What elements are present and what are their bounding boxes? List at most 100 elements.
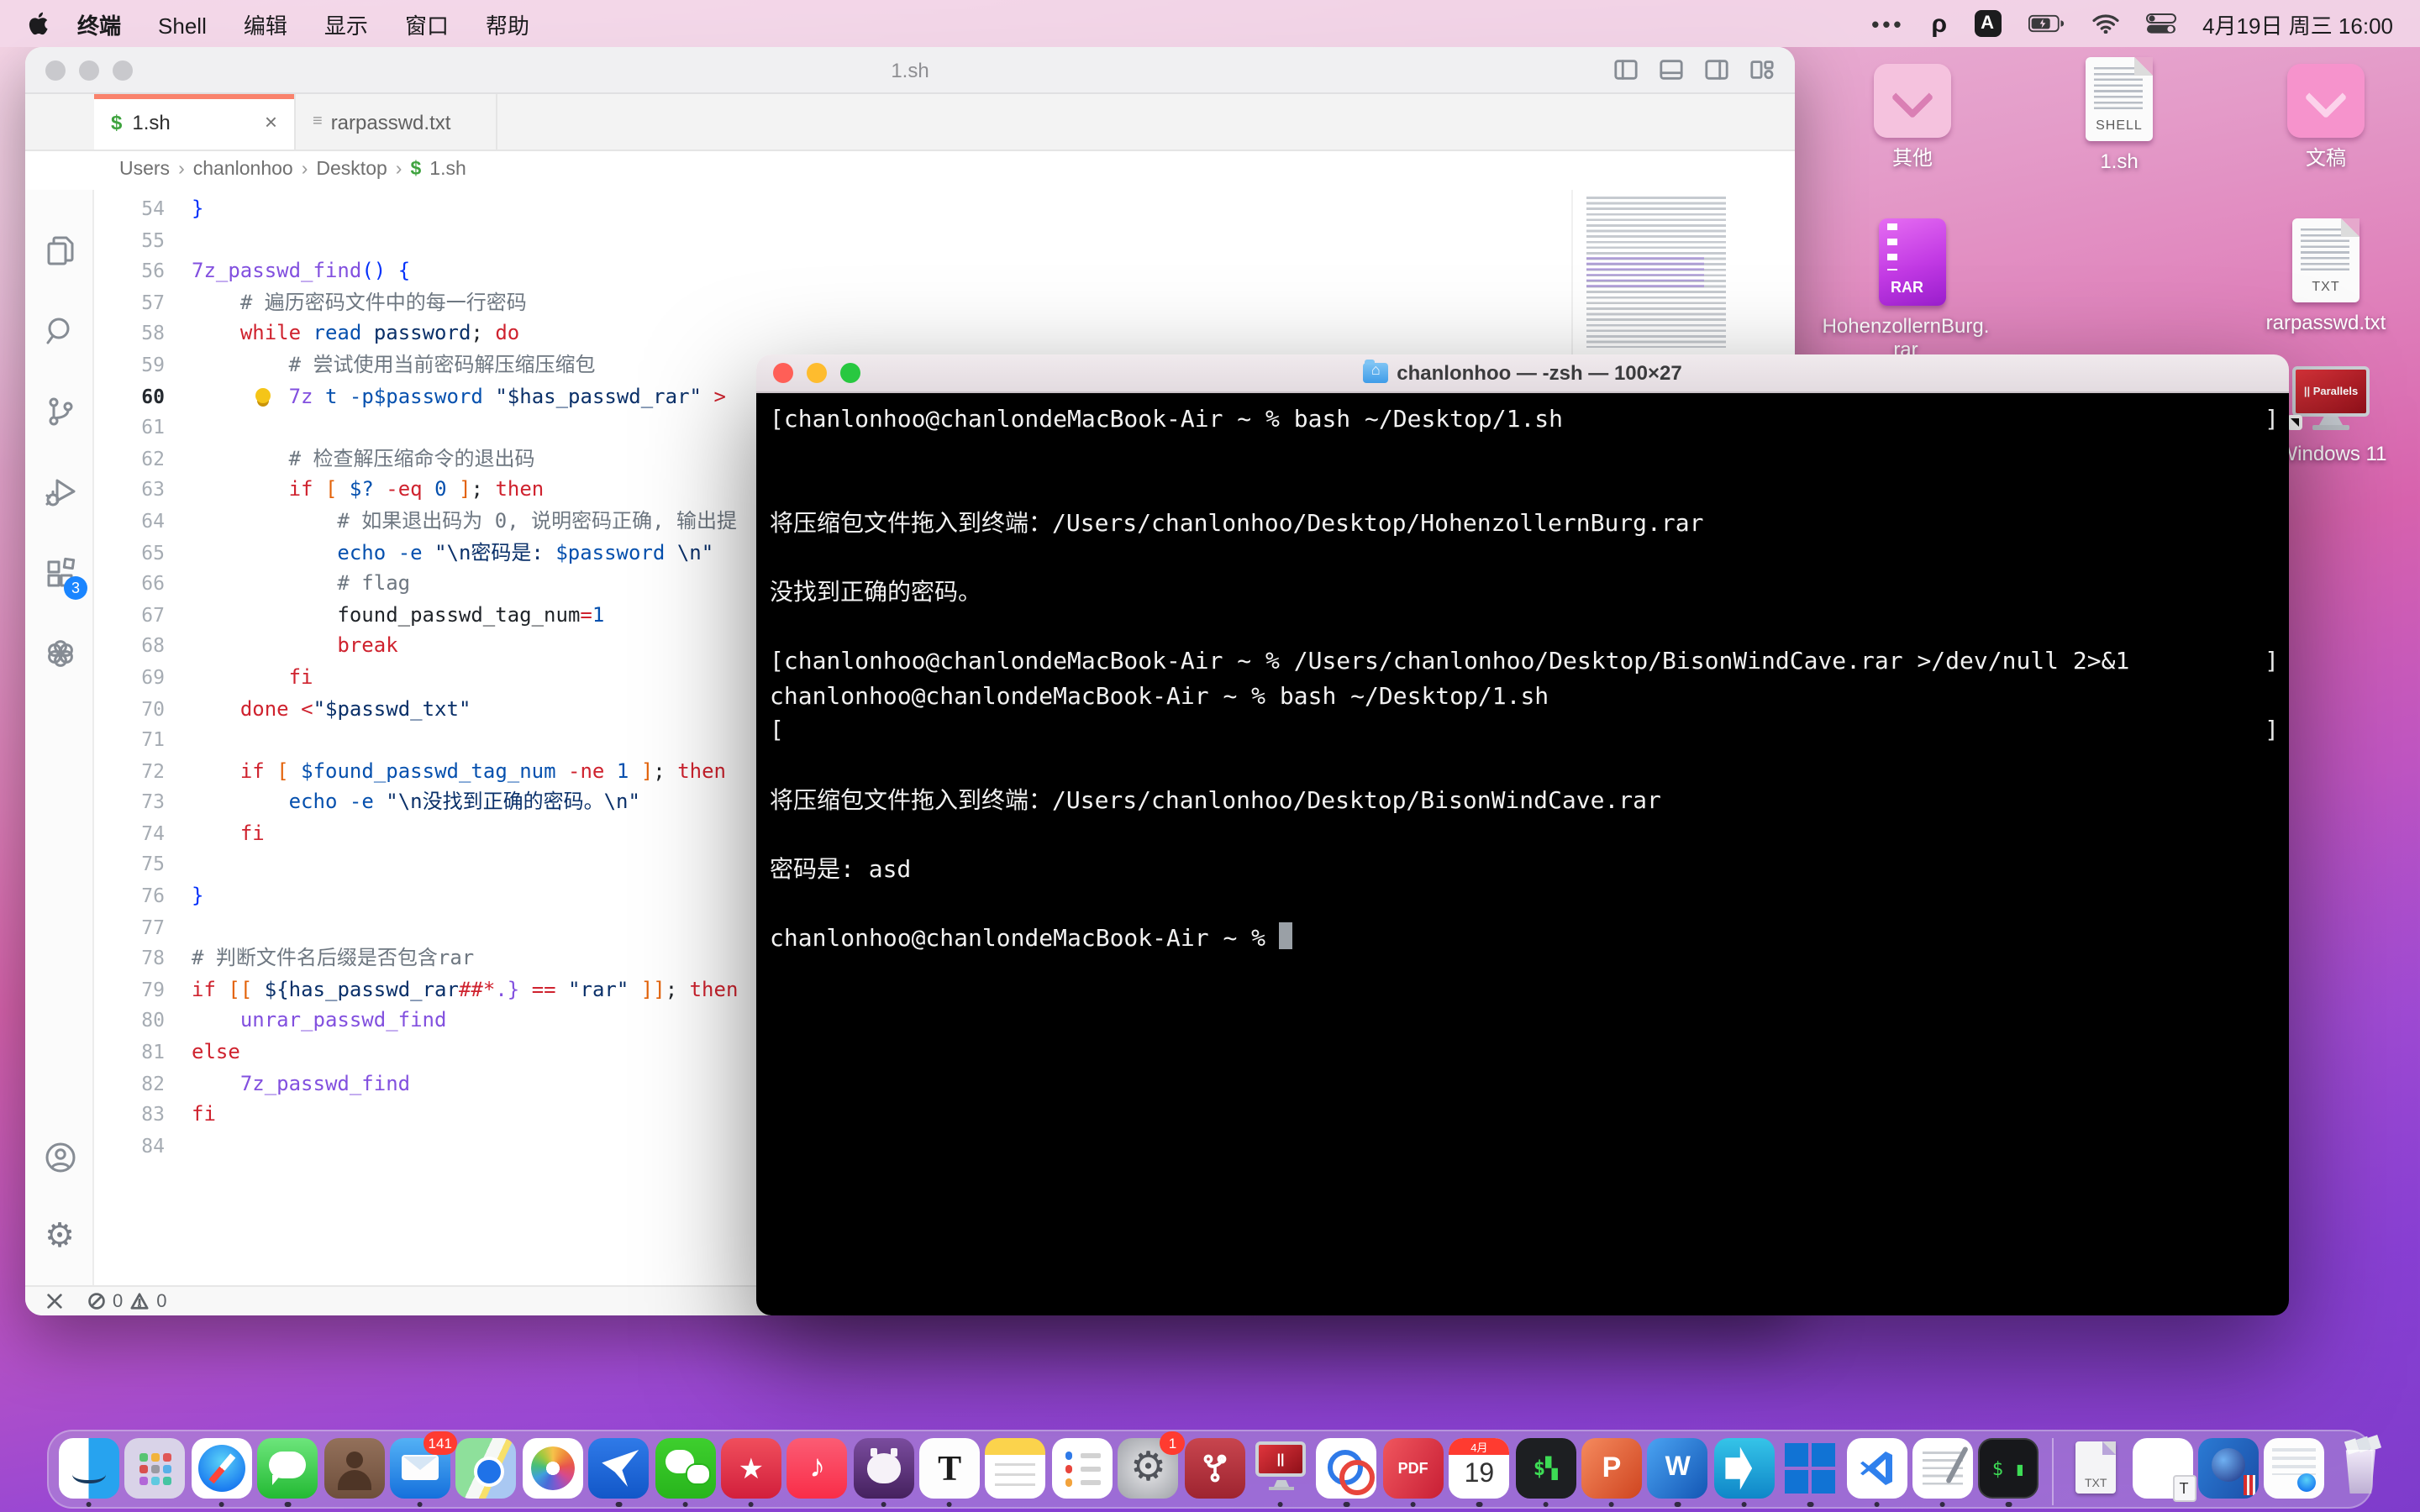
menu-bar-clock[interactable]: 4月19日 周三 16:00 bbox=[2202, 8, 2393, 39]
dock-item-wechat[interactable] bbox=[655, 1438, 715, 1499]
dock-item-minidoc[interactable] bbox=[2132, 1438, 2192, 1499]
settings-gear-icon[interactable]: ⚙ bbox=[25, 1201, 94, 1268]
dock-item-minisafari[interactable] bbox=[2265, 1438, 2325, 1499]
control-center-icon[interactable] bbox=[2145, 13, 2175, 34]
launchpad-icon[interactable] bbox=[125, 1438, 186, 1499]
desktop-icon-其他[interactable]: 其他 bbox=[1812, 64, 2013, 170]
terminal-titlebar[interactable]: chanlonhoo — -zsh — 100×27 bbox=[756, 354, 2289, 393]
desktop-icon-HohenzollernBurg.rar[interactable]: RARHohenzollernBurg.rar bbox=[1812, 218, 2013, 361]
run-debug-icon[interactable] bbox=[25, 459, 94, 526]
desktop-icon-rarpasswd.txt[interactable]: TXTrarpasswd.txt bbox=[2225, 218, 2420, 334]
menu-item-Shell[interactable]: Shell bbox=[139, 13, 225, 38]
source-control-icon[interactable] bbox=[25, 378, 94, 445]
close-tab-icon[interactable]: × bbox=[265, 109, 277, 134]
app-menu-terminal[interactable]: 终端 bbox=[59, 8, 139, 39]
music-icon[interactable]: ♪ bbox=[787, 1438, 848, 1499]
github-icon[interactable] bbox=[853, 1438, 913, 1499]
search-icon[interactable] bbox=[25, 297, 94, 365]
finder-icon[interactable] bbox=[59, 1438, 119, 1499]
dock-item-lark[interactable] bbox=[588, 1438, 649, 1499]
dock-item-export[interactable] bbox=[1714, 1438, 1775, 1499]
dock-item-calendar[interactable]: 4月19 bbox=[1449, 1438, 1509, 1499]
toggle-panel-icon[interactable] bbox=[1659, 57, 1684, 82]
gitfork-icon[interactable] bbox=[1184, 1438, 1244, 1499]
trash-icon[interactable] bbox=[2330, 1438, 2391, 1499]
textedit-icon[interactable] bbox=[1912, 1438, 1973, 1499]
messages-icon[interactable] bbox=[257, 1438, 318, 1499]
dock-item-textedit[interactable] bbox=[1912, 1438, 1973, 1499]
filetxt-icon[interactable]: TXT bbox=[2065, 1438, 2126, 1499]
word-icon[interactable]: W bbox=[1648, 1438, 1708, 1499]
parallels-app-icon[interactable]: || bbox=[1250, 1438, 1311, 1499]
dock-item-launchpad[interactable] bbox=[125, 1438, 186, 1499]
minidoc-icon[interactable] bbox=[2132, 1438, 2192, 1499]
lark-icon[interactable] bbox=[588, 1438, 649, 1499]
dock-item-music[interactable]: ♪ bbox=[787, 1438, 848, 1499]
toggle-secondary-sidebar-icon[interactable] bbox=[1704, 57, 1729, 82]
tab-rarpasswd.txt[interactable]: ≡rarpasswd.txt bbox=[296, 94, 497, 150]
pdf-icon[interactable]: PDF bbox=[1383, 1438, 1444, 1499]
parallels-status-icon[interactable]: ρ bbox=[1932, 9, 1948, 38]
dock-item-photos[interactable] bbox=[522, 1438, 582, 1499]
dock-item-maps[interactable] bbox=[456, 1438, 517, 1499]
powerpoint-icon[interactable]: P bbox=[1581, 1438, 1642, 1499]
dock-item-minipar[interactable] bbox=[2198, 1438, 2259, 1499]
vscode-titlebar[interactable]: 1.sh bbox=[25, 47, 1795, 94]
calendar-icon[interactable]: 4月19 bbox=[1449, 1438, 1509, 1499]
tab-1.sh[interactable]: $1.sh× bbox=[94, 94, 296, 150]
minimap[interactable] bbox=[1571, 190, 1793, 358]
dock-item-typora[interactable]: T bbox=[919, 1438, 980, 1499]
dock-item-contacts[interactable] bbox=[324, 1438, 384, 1499]
customize-layout-icon[interactable] bbox=[1749, 57, 1775, 82]
dock-item-vscode[interactable] bbox=[1846, 1438, 1907, 1499]
dock-item-filetxt[interactable]: TXT bbox=[2065, 1438, 2126, 1499]
breadcrumb-item[interactable]: Desktop bbox=[316, 160, 387, 180]
remote-indicator-icon[interactable] bbox=[45, 1292, 64, 1310]
breadcrumb[interactable]: Users›chanlonhoo›Desktop›$1.sh bbox=[25, 151, 1795, 188]
notes-icon[interactable] bbox=[986, 1438, 1046, 1499]
terminal-content[interactable]: [chanlonhoo@chanlondeMacBook-Air ~ % bas… bbox=[756, 393, 2289, 1315]
chatgpt-extension-icon[interactable] bbox=[25, 620, 94, 687]
dock-item-windows[interactable] bbox=[1780, 1438, 1840, 1499]
dock-item-parallels-app[interactable]: || bbox=[1250, 1438, 1311, 1499]
maps-icon[interactable] bbox=[456, 1438, 517, 1499]
dock-item-mail[interactable]: 141 bbox=[390, 1438, 450, 1499]
menu-item-显示[interactable]: 显示 bbox=[306, 13, 387, 38]
explorer-icon[interactable] bbox=[25, 217, 94, 284]
terminal-icon[interactable]: $▚ bbox=[1515, 1438, 1576, 1499]
typora-icon[interactable]: T bbox=[919, 1438, 980, 1499]
menu-item-编辑[interactable]: 编辑 bbox=[225, 13, 306, 38]
dock-item-messages[interactable] bbox=[257, 1438, 318, 1499]
windows-icon[interactable] bbox=[1780, 1438, 1840, 1499]
extensions-icon[interactable]: 3 bbox=[25, 539, 94, 606]
dock-item-gitfork[interactable] bbox=[1184, 1438, 1244, 1499]
dock-item-iterm[interactable]: $ ▮ bbox=[1979, 1438, 2039, 1499]
apple-menu-icon[interactable] bbox=[27, 10, 52, 37]
photos-icon[interactable] bbox=[522, 1438, 582, 1499]
menu-item-窗口[interactable]: 窗口 bbox=[387, 13, 467, 38]
minipar-icon[interactable] bbox=[2198, 1438, 2259, 1499]
dock-item-notes[interactable] bbox=[986, 1438, 1046, 1499]
desktop-icon-文稿[interactable]: 文稿 bbox=[2225, 64, 2420, 170]
dock-item-safari[interactable] bbox=[192, 1438, 252, 1499]
input-source-icon[interactable]: A bbox=[1974, 10, 2001, 37]
iterm-icon[interactable]: $ ▮ bbox=[1979, 1438, 2039, 1499]
dock-item-favorites[interactable]: ★ bbox=[721, 1438, 781, 1499]
transfer-icon[interactable] bbox=[1317, 1438, 1377, 1499]
menu-item-帮助[interactable]: 帮助 bbox=[467, 13, 548, 38]
export-icon[interactable] bbox=[1714, 1438, 1775, 1499]
lightbulb-icon[interactable] bbox=[255, 387, 271, 402]
account-icon[interactable] bbox=[25, 1124, 94, 1191]
dock-item-pdf[interactable]: PDF bbox=[1383, 1438, 1444, 1499]
breadcrumb-item[interactable]: Users bbox=[119, 160, 170, 180]
breadcrumb-file[interactable]: 1.sh bbox=[429, 160, 466, 180]
dock-item-settings[interactable]: 1⚙ bbox=[1118, 1438, 1179, 1499]
problems-indicator[interactable]: 0 0 bbox=[87, 1291, 167, 1311]
dock-item-powerpoint[interactable]: P bbox=[1581, 1438, 1642, 1499]
vscode-icon[interactable] bbox=[1846, 1438, 1907, 1499]
dock-item-terminal[interactable]: $▚ bbox=[1515, 1438, 1576, 1499]
dock-item-word[interactable]: W bbox=[1648, 1438, 1708, 1499]
more-status-icon[interactable]: ••• bbox=[1871, 11, 1904, 36]
desktop-icon-1.sh[interactable]: SHELL1.sh bbox=[2018, 57, 2220, 173]
dock-item-finder[interactable] bbox=[59, 1438, 119, 1499]
